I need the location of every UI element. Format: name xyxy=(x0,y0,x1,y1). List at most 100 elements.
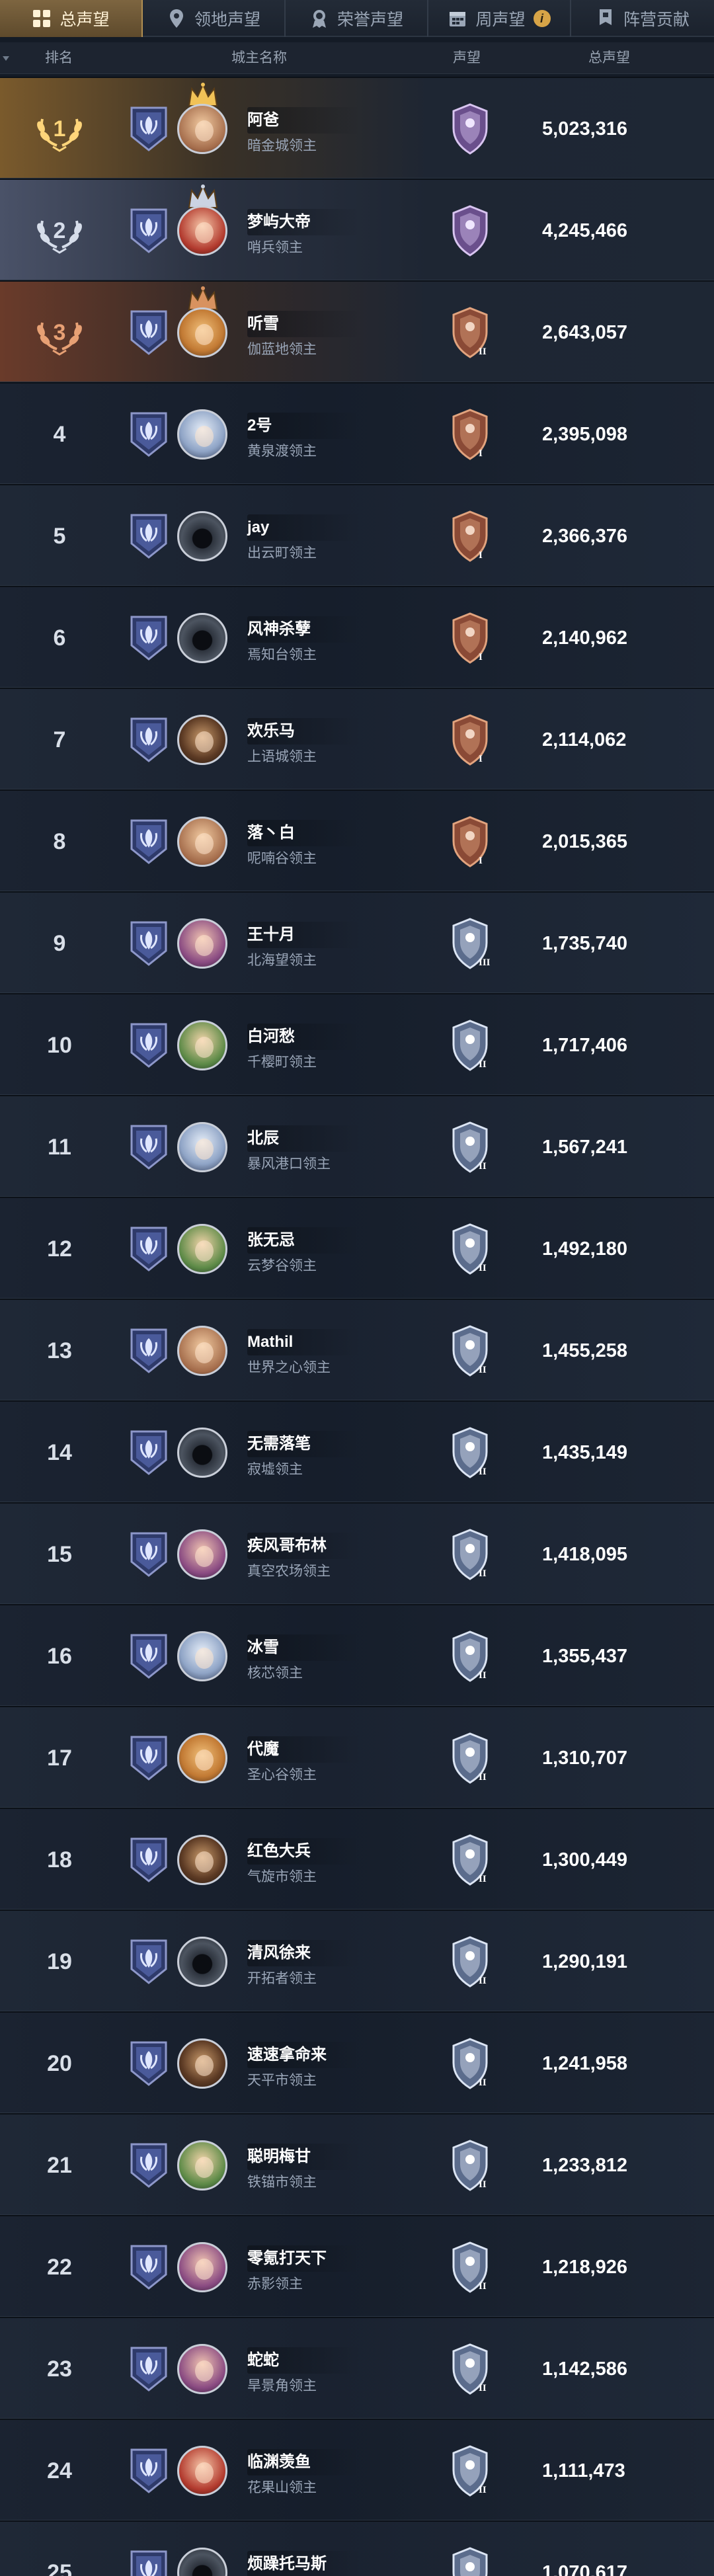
player-name-box[interactable]: 听雪 xyxy=(247,311,360,337)
player-name-box[interactable]: 北辰 xyxy=(247,1125,360,1152)
avatar[interactable] xyxy=(177,1428,227,1478)
player-name-box[interactable]: 零氪打天下 xyxy=(247,2245,360,2272)
table-row[interactable]: 9 王十月 北海望领主 III 1,735,740 xyxy=(0,891,714,993)
total-reputation: 2,366,376 xyxy=(542,526,628,547)
table-row[interactable]: 22 零氪打天下 赤影领主 II 1,218,926 xyxy=(0,2215,714,2317)
player-name-box[interactable]: 烦躁托马斯 xyxy=(247,2551,360,2576)
player-name-box[interactable]: 落丶白 xyxy=(247,820,360,846)
player-name-box[interactable]: 王十月 xyxy=(247,922,360,948)
tab-faction-contribution[interactable]: 阵营贡献 xyxy=(571,0,714,37)
player-name-box[interactable]: 梦屿大帝 xyxy=(247,209,360,235)
table-row[interactable]: 8 落丶白 呢喃谷领主 I 2,015,365 xyxy=(0,789,714,891)
avatar[interactable] xyxy=(177,2446,227,2496)
rank-cell: 21 xyxy=(13,2114,106,2216)
avatar[interactable] xyxy=(177,2548,227,2576)
table-row[interactable]: 1 阿爸 暗金城领主 5,023,316 xyxy=(0,77,714,179)
avatar[interactable] xyxy=(177,1733,227,1783)
info-icon[interactable]: i xyxy=(533,10,551,27)
lord-title: 黄泉渡领主 xyxy=(247,444,317,459)
faction-crest-icon xyxy=(130,1837,168,1883)
avatar[interactable] xyxy=(177,918,227,969)
silver-shield-II-icon: II xyxy=(450,1020,491,1071)
avatar-face xyxy=(195,1750,214,1771)
table-row[interactable]: 23 蛇蛇 旱景角领主 II 1,142,586 xyxy=(0,2317,714,2419)
svg-text:II: II xyxy=(479,1263,487,1273)
player-name-box[interactable]: 红色大兵 xyxy=(247,1838,360,1865)
player-name: 落丶白 xyxy=(247,824,295,842)
tab-weekly-reputation[interactable]: 周声望 i xyxy=(428,0,571,37)
silver-shield-II-icon: II xyxy=(450,1936,491,1988)
avatar[interactable] xyxy=(177,1529,227,1580)
player-name-box[interactable]: Mathil xyxy=(247,1329,360,1355)
table-row[interactable]: 4 2号 黄泉渡领主 I 2,395,098 xyxy=(0,382,714,484)
tab-honor-reputation[interactable]: 荣誉声望 xyxy=(286,0,428,37)
avatar[interactable] xyxy=(177,307,227,358)
table-row[interactable]: 18 红色大兵 气旋市领主 II 1,300,449 xyxy=(0,1808,714,1910)
table-row[interactable]: 7 欢乐马 上语城领主 I 2,114,062 xyxy=(0,688,714,789)
table-row[interactable]: 15 疾风哥布林 真空农场领主 II 1,418,095 xyxy=(0,1502,714,1604)
table-row[interactable]: 5 jay 出云町领主 I 2,366,376 xyxy=(0,484,714,586)
player-name-box[interactable]: 无需落笔 xyxy=(247,1431,360,1457)
avatar[interactable] xyxy=(177,2140,227,2191)
table-row[interactable]: 16 冰雪 核芯领主 II 1,355,437 xyxy=(0,1604,714,1706)
avatar[interactable] xyxy=(177,206,227,256)
avatar[interactable] xyxy=(177,817,227,867)
avatar-face xyxy=(195,2157,214,2178)
avatar[interactable] xyxy=(177,2038,227,2089)
avatar[interactable] xyxy=(177,2242,227,2292)
avatar[interactable] xyxy=(177,1224,227,1274)
tab-total-reputation[interactable]: 总声望 xyxy=(0,0,143,37)
grid-icon xyxy=(32,9,52,28)
tab-territory-reputation[interactable]: 领地声望 xyxy=(143,0,286,37)
lord-title: 气旋市领主 xyxy=(247,1869,317,1884)
player-name-box[interactable]: 聪明梅甘 xyxy=(247,2144,360,2170)
avatar[interactable] xyxy=(177,409,227,460)
table-row[interactable]: 12 张无忌 云梦谷领主 II 1,492,180 xyxy=(0,1197,714,1299)
avatar[interactable] xyxy=(177,1835,227,1885)
table-row[interactable]: 13 Mathil 世界之心领主 II 1,455,258 xyxy=(0,1299,714,1400)
table-row[interactable]: 20 速速拿命来 天平市领主 II 1,241,958 xyxy=(0,2011,714,2113)
table-row[interactable]: 3 听雪 伽蓝地领主 II 2,643,057 xyxy=(0,280,714,382)
player-name-box[interactable]: jay xyxy=(247,514,360,541)
player-name-box[interactable]: 阿爸 xyxy=(247,107,360,134)
avatar[interactable] xyxy=(177,1122,227,1172)
table-row[interactable]: 25烦躁托马斯瑶池渡领主II1,070,617 xyxy=(0,2520,714,2576)
player-name-box[interactable]: 冰雪 xyxy=(247,1634,360,1661)
table-row[interactable]: 21 聪明梅甘 铁锚市领主 II 1,233,812 xyxy=(0,2113,714,2215)
player-name-box[interactable]: 代魔 xyxy=(247,1736,360,1763)
player-name-box[interactable]: 临渊羡鱼 xyxy=(247,2449,360,2475)
faction-crest-icon xyxy=(130,2142,168,2189)
player-name-box[interactable]: 张无忌 xyxy=(247,1227,360,1254)
player-name-box[interactable]: 清风徐来 xyxy=(247,1940,360,1966)
table-row[interactable]: 24 临渊羡鱼 花果山领主 II 1,111,473 xyxy=(0,2419,714,2520)
avatar[interactable] xyxy=(177,511,227,561)
avatar[interactable] xyxy=(177,715,227,765)
player-name-box[interactable]: 风神杀孽 xyxy=(247,616,360,643)
avatar[interactable] xyxy=(177,104,227,154)
avatar[interactable] xyxy=(177,1020,227,1070)
table-row[interactable]: 11 北辰 暴风港口领主 II 1,567,241 xyxy=(0,1095,714,1197)
table-row[interactable]: 19 清风徐来 开拓者领主 II 1,290,191 xyxy=(0,1910,714,2011)
table-row[interactable]: 10 白河愁 千樱町领主 II 1,717,406 xyxy=(0,993,714,1095)
player-name-box[interactable]: 速速拿命来 xyxy=(247,2042,360,2068)
player-name: 张无忌 xyxy=(247,1231,295,1249)
rank-number: 3 xyxy=(53,319,66,345)
total-reputation: 1,142,586 xyxy=(542,2358,628,2380)
avatar-face xyxy=(195,324,214,345)
player-name-box[interactable]: 2号 xyxy=(247,413,360,439)
player-name-box[interactable]: 蛇蛇 xyxy=(247,2347,360,2374)
table-row[interactable]: 17 代魔 圣心谷领主 II 1,310,707 xyxy=(0,1706,714,1808)
player-name-box[interactable]: 疾风哥布林 xyxy=(247,1533,360,1559)
avatar[interactable] xyxy=(177,2344,227,2394)
table-row[interactable]: 14 无需落笔 寂墟领主 II 1,435,149 xyxy=(0,1400,714,1502)
player-name-box[interactable]: 白河愁 xyxy=(247,1024,360,1050)
table-row[interactable]: 6 风神杀孽 焉知台领主 I 2,140,962 xyxy=(0,586,714,688)
avatar[interactable] xyxy=(177,1326,227,1376)
player-name-box[interactable]: 欢乐马 xyxy=(247,718,360,745)
player-name: 代魔 xyxy=(247,1740,279,1758)
avatar[interactable] xyxy=(177,613,227,663)
avatar[interactable] xyxy=(177,1937,227,1987)
table-row[interactable]: 2 梦屿大帝 哨兵领主 4,245,466 xyxy=(0,179,714,280)
rank-cell: 14 xyxy=(13,1402,106,1504)
avatar[interactable] xyxy=(177,1631,227,1681)
